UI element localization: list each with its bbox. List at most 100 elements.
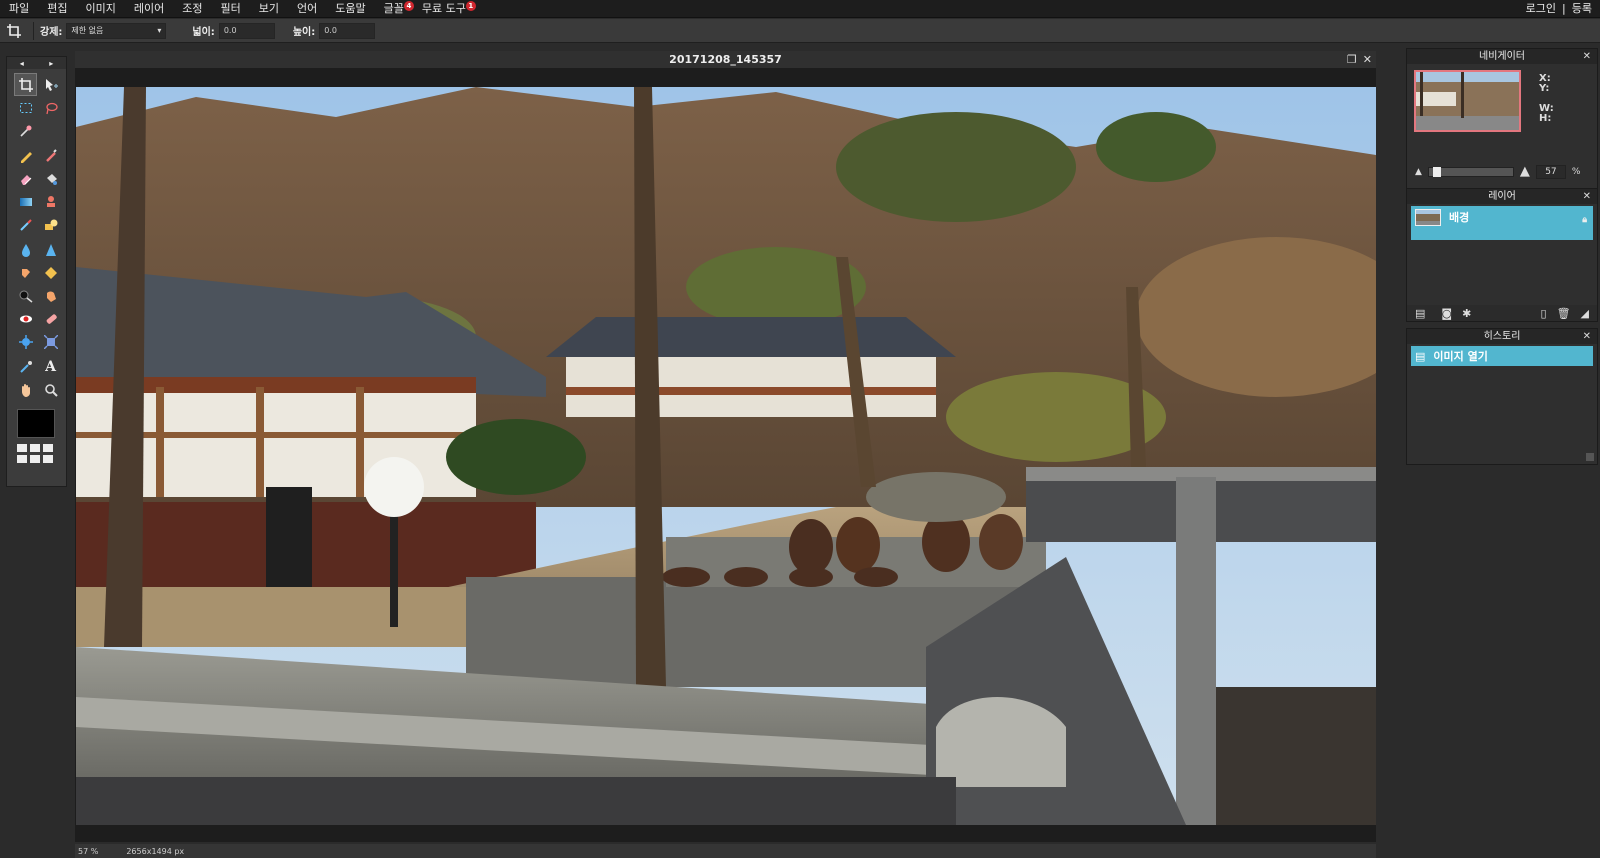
document-image[interactable] [76, 87, 1376, 825]
menu-layer[interactable]: 레이어 [125, 0, 173, 18]
constrain-label: 강제: [40, 27, 63, 38]
width-label: 넓이: [192, 27, 215, 38]
canvas-area[interactable] [75, 68, 1376, 842]
close-icon[interactable]: ✕ [1583, 329, 1591, 344]
arrow-right-icon[interactable]: ▸ [49, 59, 53, 68]
magic-wand-tool-icon[interactable] [14, 119, 37, 142]
pinch-tool-icon[interactable] [39, 330, 62, 353]
status-bar: 57 % 2656x1494 px [75, 844, 1376, 858]
menu-view[interactable]: 보기 [250, 0, 288, 18]
document-titlebar: 20171208_145357 ❐ ✕ [75, 51, 1376, 68]
layers-toolbar: ▤ ◙ ✱ ▯ 🗑︎ ◢ [1407, 305, 1597, 321]
panel-header: 레이어 ✕ [1407, 189, 1597, 204]
smudge-tool-icon[interactable] [14, 261, 37, 284]
tools-panel-header: ◂ ▸ [7, 57, 66, 69]
brush-tool-icon[interactable] [39, 144, 62, 167]
history-label: 이미지 열기 [1433, 350, 1488, 363]
menu-image[interactable]: 이미지 [77, 0, 125, 18]
red-eye-tool-icon[interactable] [14, 307, 37, 330]
zoom-slider[interactable] [1427, 166, 1514, 177]
chevron-down-icon: ▾ [157, 26, 162, 35]
empty-slot [39, 119, 62, 142]
layer-styles-icon[interactable]: ✱ [1462, 307, 1471, 320]
register-link[interactable]: 등록 [1572, 0, 1592, 18]
marquee-tool-icon[interactable] [14, 96, 37, 119]
layer-mask-icon[interactable]: ◙ [1441, 307, 1452, 320]
layer-label: 배경 [1449, 211, 1470, 224]
eraser-tool-icon[interactable] [14, 167, 37, 190]
type-tool-icon[interactable]: A [39, 355, 62, 378]
menu-adjust[interactable]: 조정 [173, 0, 211, 18]
zoom-input[interactable]: 57 [1535, 164, 1566, 179]
blur-tool-icon[interactable] [14, 238, 37, 261]
spot-heal-tool-icon[interactable] [39, 307, 62, 330]
move-tool-icon[interactable] [39, 73, 62, 96]
paint-bucket-tool-icon[interactable] [39, 167, 62, 190]
crop-icon [3, 20, 25, 42]
panel-header: 네비게이터 ✕ [1407, 49, 1597, 64]
menu-file[interactable]: 파일 [0, 0, 38, 18]
clone-stamp-tool-icon[interactable] [39, 190, 62, 213]
arrow-left-icon[interactable]: ◂ [20, 59, 24, 68]
burn-tool-icon[interactable] [39, 284, 62, 307]
height-input[interactable]: 0.0 [319, 22, 376, 39]
layer-settings-icon[interactable]: ▤ [1415, 307, 1425, 320]
image-dimensions: 2656x1494 px [126, 846, 185, 856]
history-item[interactable]: ▤ 이미지 열기 [1411, 346, 1593, 366]
panel-header: 히스토리 ✕ [1407, 329, 1597, 344]
menu-free-tools[interactable]: 무료 도구 1 [413, 0, 476, 18]
width-input[interactable]: 0.0 [218, 22, 275, 39]
grid-icon[interactable] [17, 444, 66, 463]
crop-tool-icon[interactable] [14, 73, 37, 96]
color-picker-tool-icon[interactable] [14, 355, 37, 378]
pencil-tool-icon[interactable] [14, 144, 37, 167]
resize-grip-icon[interactable] [1586, 453, 1594, 461]
zoom-readout: 57 % [78, 846, 99, 856]
history-panel: 히스토리 ✕ ▤ 이미지 열기 [1406, 328, 1598, 465]
hand-tool-icon[interactable] [14, 378, 37, 401]
menu-language[interactable]: 언어 [288, 0, 326, 18]
notification-badge: 1 [465, 0, 476, 11]
menu-edit[interactable]: 편집 [38, 0, 76, 18]
menu-help[interactable]: 도움말 [326, 0, 374, 18]
lock-icon: 🔒︎ [1582, 215, 1587, 225]
sponge-tool-icon[interactable] [39, 261, 62, 284]
close-icon[interactable]: ✕ [1583, 189, 1591, 204]
color-replace-tool-icon[interactable] [14, 213, 37, 236]
trash-icon[interactable]: 🗑︎ [1557, 307, 1571, 320]
dodge-tool-icon[interactable] [14, 284, 37, 307]
zoom-tool-icon[interactable] [39, 378, 62, 401]
zoom-unit: % [1571, 166, 1581, 177]
login-link[interactable]: 로그인 [1526, 0, 1556, 18]
slider-knob[interactable] [1433, 166, 1442, 177]
color-swatch[interactable] [17, 409, 55, 438]
tool-options-bar: 강제: 제한 없음 ▾ 넓이: 0.0 높이: 0.0 [0, 19, 1600, 43]
layer-thumbnail [1415, 209, 1441, 226]
navigator-panel: 네비게이터 ✕ X: Y: W: H: ▲ ▲ 57 % [1406, 48, 1598, 190]
resize-grip-icon[interactable]: ◢ [1581, 307, 1589, 320]
zoom-out-icon[interactable]: ▲ [1415, 167, 1422, 177]
zoom-in-icon[interactable]: ▲ [1520, 164, 1530, 179]
navigator-thumbnail[interactable] [1414, 70, 1521, 132]
constrain-dropdown[interactable]: 제한 없음 ▾ [66, 22, 167, 39]
close-icon[interactable]: ✕ [1583, 49, 1591, 64]
tools-panel: ◂ ▸ A [6, 56, 67, 487]
menu-fonts[interactable]: 글꼴 4 [375, 0, 414, 18]
document-icon: ▤ [1415, 349, 1426, 363]
gradient-tool-icon[interactable] [14, 190, 37, 213]
new-layer-icon[interactable]: ▯ [1541, 307, 1547, 320]
lasso-tool-icon[interactable] [39, 96, 62, 119]
sharpen-tool-icon[interactable] [39, 238, 62, 261]
restore-icon[interactable]: ❐ [1347, 51, 1357, 68]
drawing-tool-icon[interactable] [39, 213, 62, 236]
menu-bar: 파일 편집 이미지 레이어 조정 필터 보기 언어 도움말 글꼴 4 무료 도구 1… [0, 0, 1600, 18]
menu-separator: | [1562, 2, 1566, 15]
bloat-tool-icon[interactable] [14, 330, 37, 353]
layers-panel: 레이어 ✕ 배경 🔒︎ ▤ ◙ ✱ ▯ 🗑︎ ◢ [1406, 188, 1598, 322]
height-label: 높이: [292, 27, 316, 38]
account-links: 로그인 | 등록 [1526, 0, 1592, 18]
close-icon[interactable]: ✕ [1363, 51, 1372, 68]
menu-filter[interactable]: 필터 [212, 0, 250, 18]
layer-item[interactable]: 배경 🔒︎ [1411, 206, 1593, 240]
document-title: 20171208_145357 [669, 53, 782, 66]
